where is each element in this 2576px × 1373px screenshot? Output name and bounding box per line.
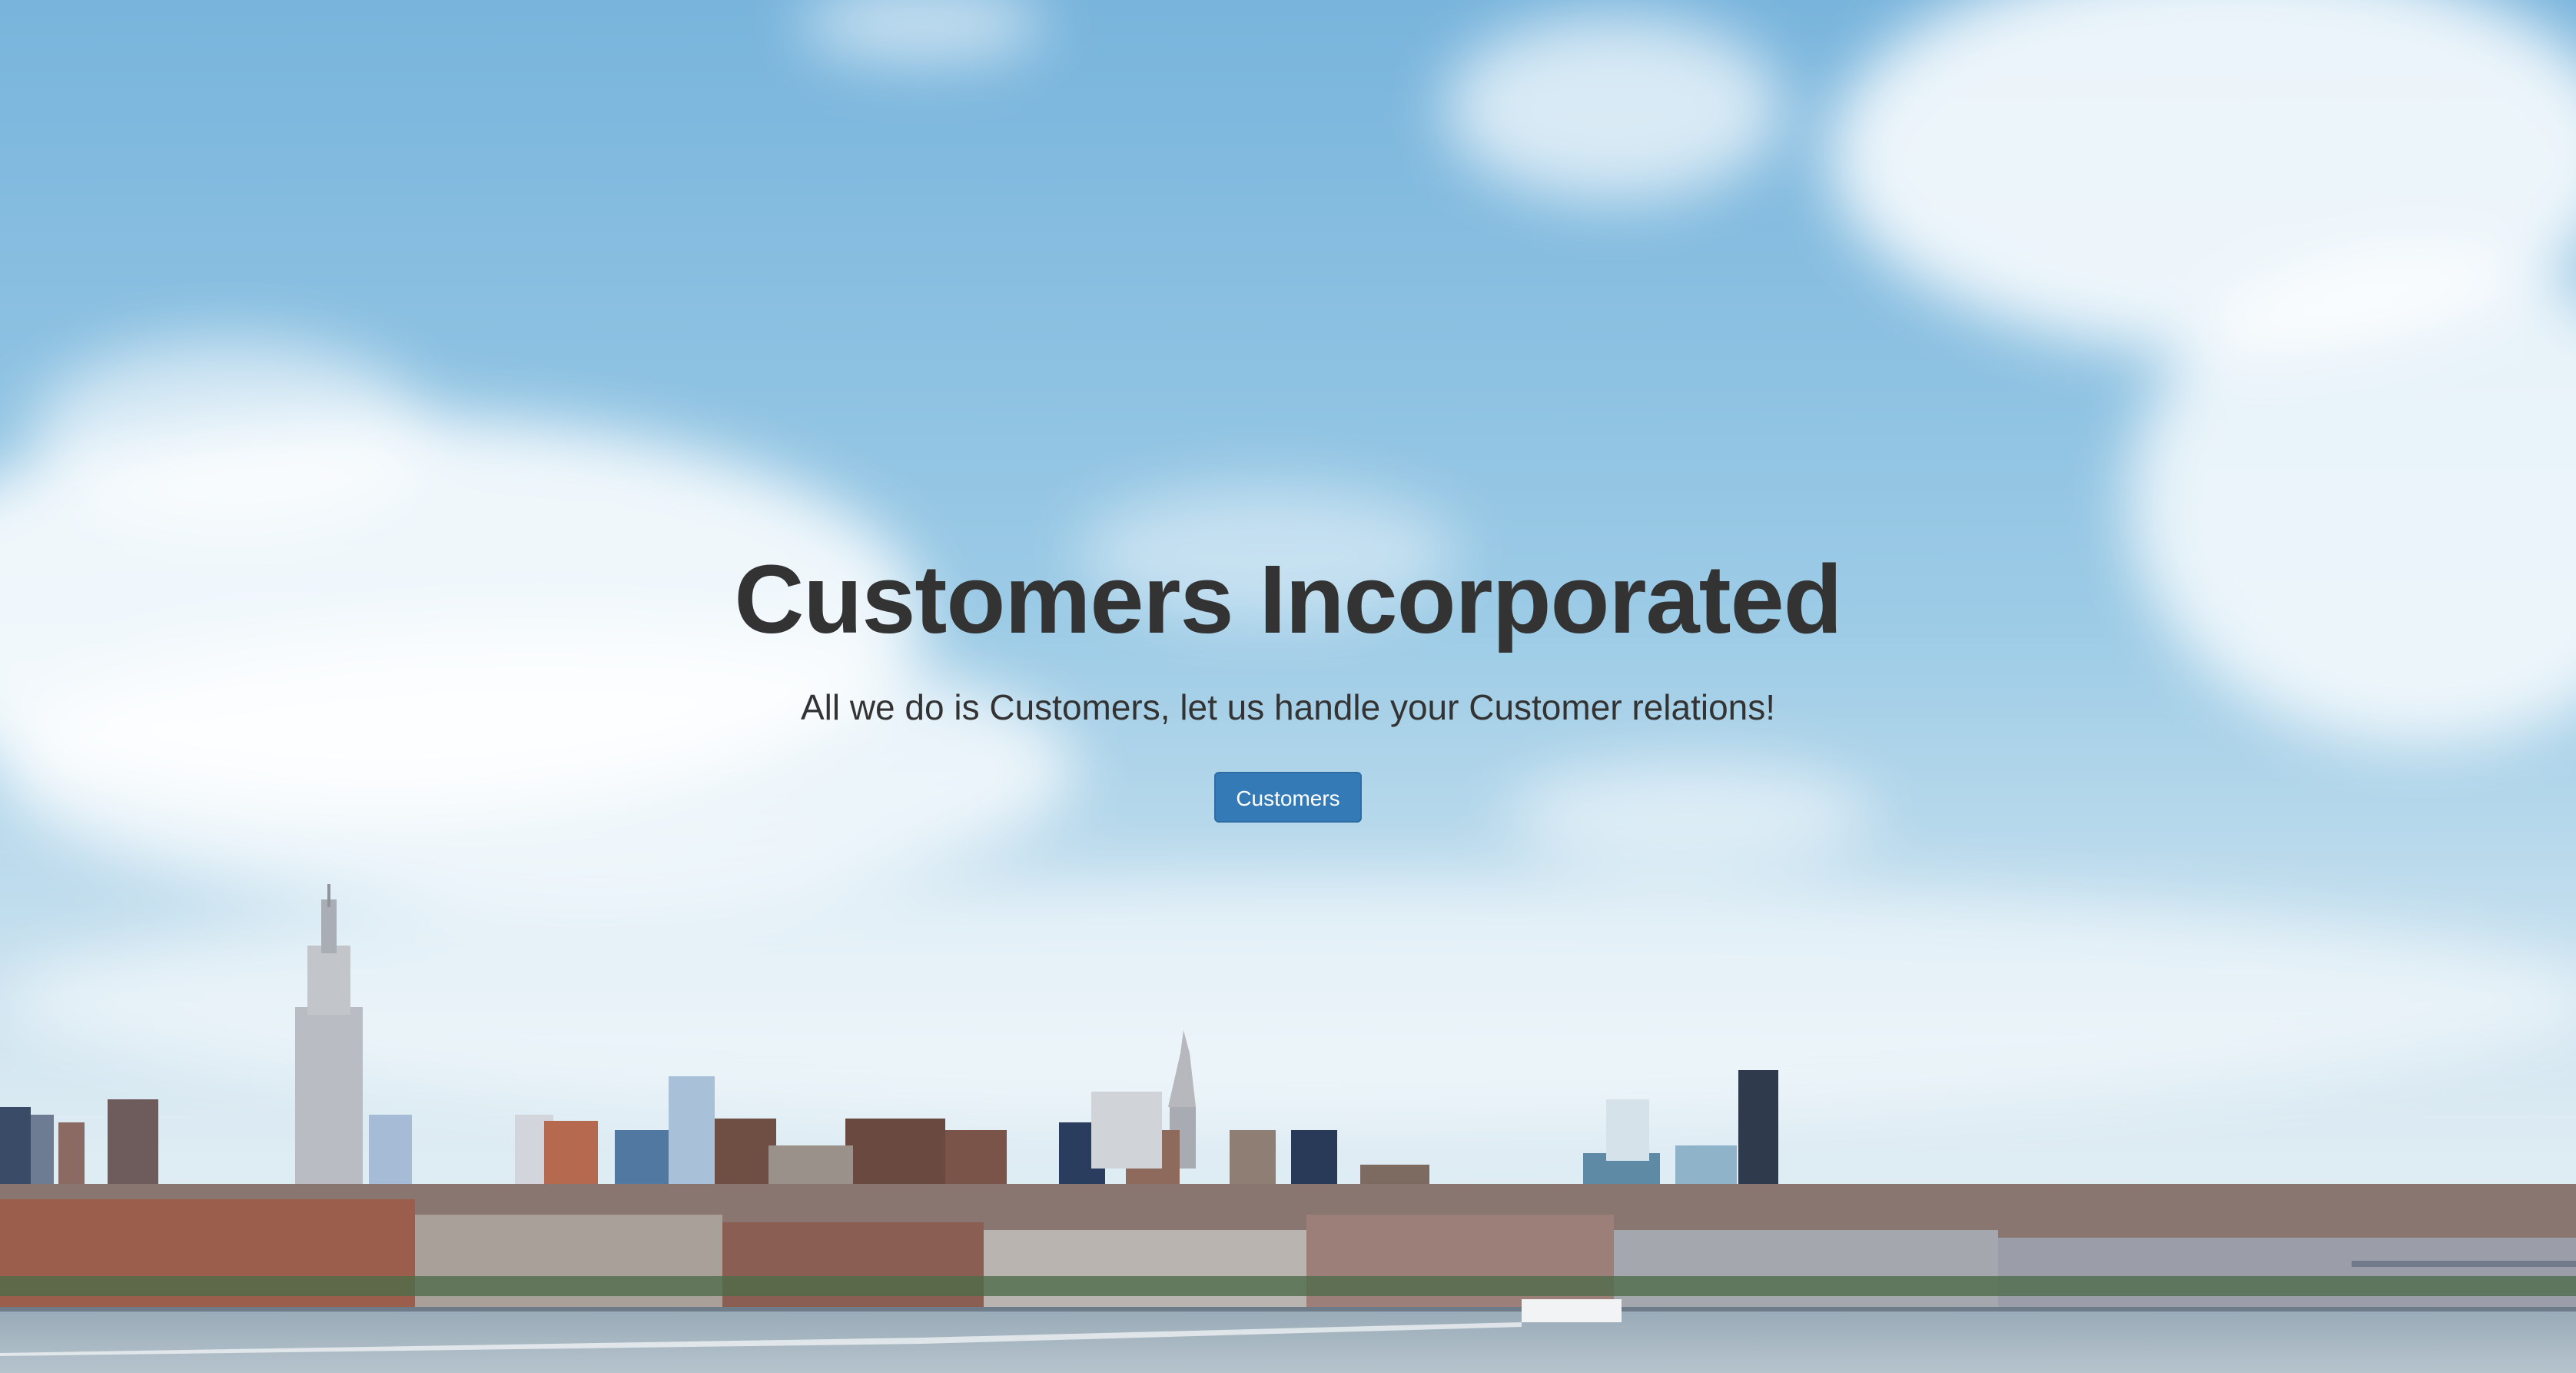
hero-content: Customers Incorporated All we do is Cust… [0,538,2576,823]
page-title: Customers Incorporated [734,545,1842,653]
tagline: All we do is Customers, let us handle yo… [800,687,1776,727]
hero-section: Customers Incorporated All we do is Cust… [0,0,2576,1373]
customers-button[interactable]: Customers [1214,772,1362,823]
